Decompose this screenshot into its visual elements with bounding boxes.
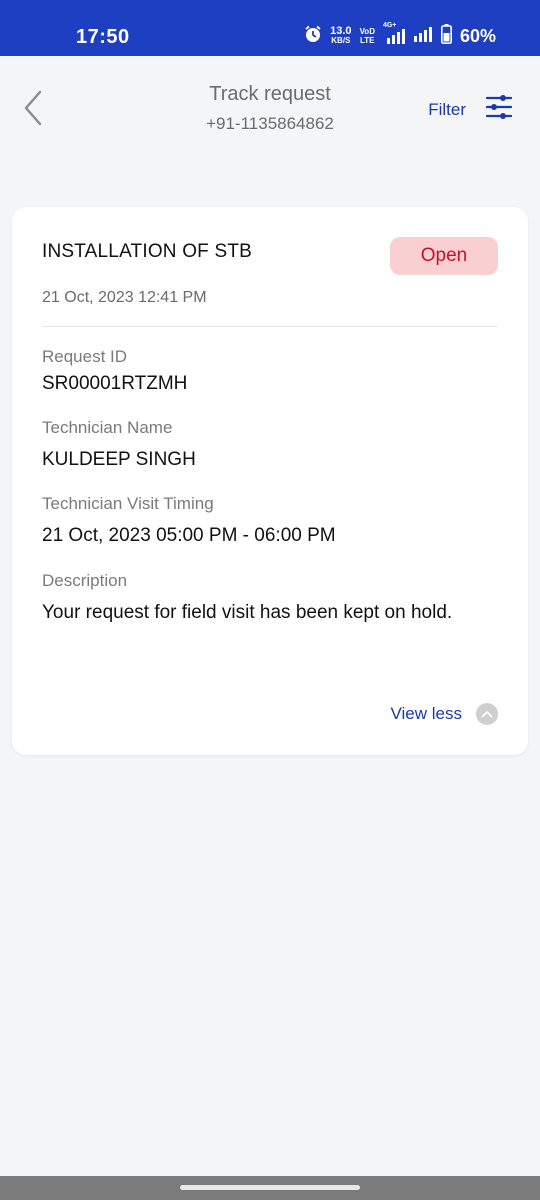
navigation-bar (0, 1176, 540, 1200)
status-icons: 13.0 KB/S VoD LTE 4G+ 60% (304, 22, 496, 49)
visit-timing-value: 21 Oct, 2023 05:00 PM - 06:00 PM (42, 525, 336, 546)
description-value: Your request for field visit has been ke… (42, 602, 453, 623)
view-less-button[interactable]: View less (390, 703, 498, 725)
divider (42, 326, 498, 327)
status-bar: 17:50 13.0 KB/S VoD LTE 4G+ 60% (0, 0, 540, 56)
battery-icon (440, 23, 452, 49)
filter-label: Filter (428, 99, 466, 119)
network-type: 4G+ (382, 22, 397, 29)
status-badge: Open (390, 237, 498, 275)
alarm-icon (304, 25, 322, 48)
view-less-label: View less (390, 704, 463, 723)
request-id-label: Request ID (42, 347, 128, 366)
signal-icon-sim1: 4G+ (383, 22, 405, 44)
request-card: INSTALLATION OF STB Open 21 Oct, 2023 12… (12, 207, 528, 755)
chevron-up-icon (476, 703, 498, 725)
technician-name-value: KULDEEP SINGH (42, 449, 196, 470)
page-header: Track request +91-1135864862 Filter (0, 56, 540, 156)
technician-name-label: Technician Name (42, 418, 173, 437)
status-time: 17:50 (76, 26, 130, 48)
signal-icon-sim2 (413, 26, 433, 47)
description-label: Description (42, 571, 128, 590)
home-gesture-handle[interactable] (180, 1185, 360, 1190)
network-speed: 13.0 KB/S (330, 25, 352, 46)
filter-button[interactable]: Filter (428, 94, 513, 125)
request-id-value: SR00001RTZMH (42, 373, 188, 394)
visit-timing-label: Technician Visit Timing (42, 494, 214, 513)
request-title: INSTALLATION OF STB (42, 241, 253, 262)
battery-percent: 60% (459, 25, 496, 46)
sliders-icon (485, 94, 513, 125)
volte-indicator: VoD LTE (359, 27, 375, 45)
request-date: 21 Oct, 2023 12:41 PM (42, 289, 207, 306)
